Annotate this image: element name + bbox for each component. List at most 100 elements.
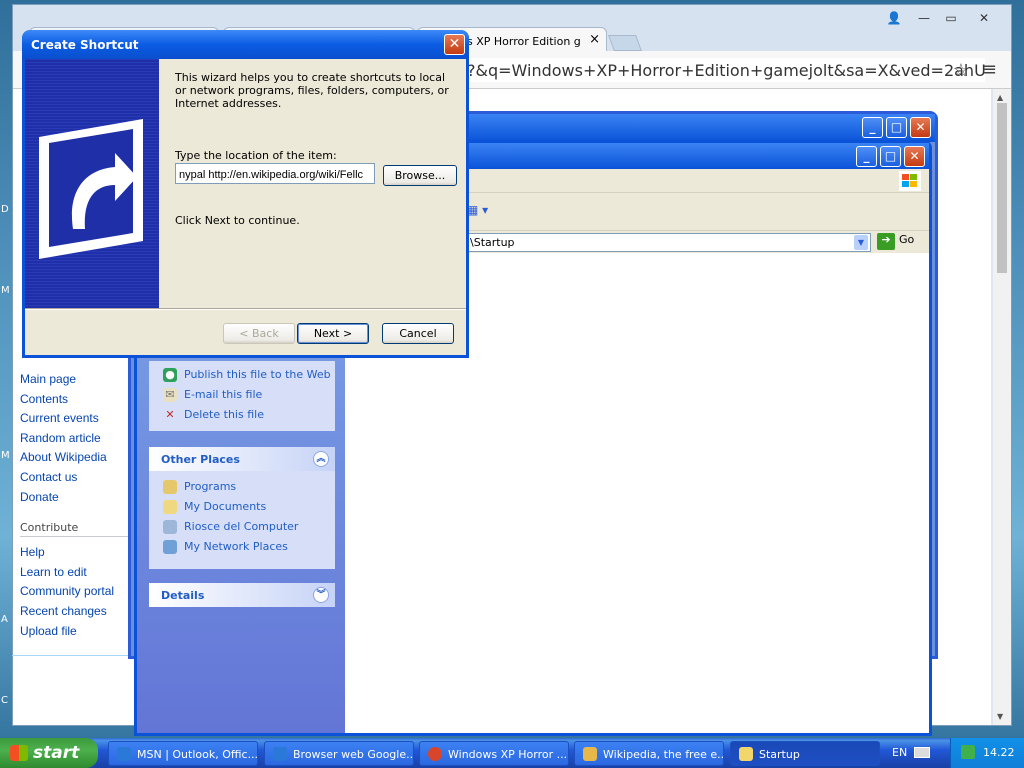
scroll-up-icon[interactable]: ▲ (997, 93, 1003, 102)
other-place-link[interactable]: My Network Places (149, 537, 335, 557)
go-button[interactable]: ➔ Go (877, 233, 914, 251)
bookmark-star-icon[interactable]: ☆ (953, 60, 969, 81)
clock[interactable]: 14.22 (983, 746, 1015, 759)
documents-icon (163, 500, 177, 514)
wiki-contribute-link[interactable]: Recent changes (20, 602, 135, 622)
folder-icon (163, 480, 177, 494)
windows-logo-icon (899, 171, 921, 191)
divider (12, 655, 135, 656)
tab-title: ws XP Horror Edition g (458, 35, 581, 48)
desktop-icon-label: D (1, 204, 9, 215)
address-field[interactable]: \Startup ▼ (465, 233, 871, 252)
expand-icon[interactable]: ︾ (313, 587, 329, 603)
tab-close-icon[interactable]: × (589, 32, 600, 47)
go-label: Go (899, 233, 915, 246)
taskbar-button-chrome[interactable]: Windows XP Horror ... (419, 741, 569, 766)
desktop-icon-label: C (1, 695, 8, 706)
collapse-icon[interactable]: ︽ (313, 451, 329, 467)
taskbar-button-browser[interactable]: Browser web Google... (264, 741, 414, 766)
other-places-panel: Other Places ︽ Programs My Documents Rios… (149, 447, 335, 569)
chevron-down-icon[interactable]: ▼ (854, 235, 868, 250)
wiki-contribute-link[interactable]: Community portal (20, 582, 135, 602)
minimize-button[interactable]: — (911, 11, 937, 29)
divider (25, 308, 466, 310)
other-place-link[interactable]: Riosce del Computer (149, 517, 335, 537)
wiki-nav-link[interactable]: Random article (20, 429, 135, 449)
panel-header[interactable]: Details ︾ (149, 583, 335, 607)
file-tasks-panel: ● Publish this file to the Web ✉ E-mail th… (149, 361, 335, 431)
wiki-nav-link[interactable]: Contents (20, 390, 135, 410)
language-indicator[interactable]: EN (892, 746, 907, 759)
address-value: \Startup (470, 236, 515, 249)
close-button[interactable]: ✕ (444, 34, 465, 55)
delete-icon: ✕ (165, 408, 175, 421)
wizard-intro: This wizard helps you to create shortcut… (175, 71, 449, 110)
cancel-button[interactable]: Cancel (382, 323, 454, 344)
close-button[interactable]: ✕ (904, 146, 925, 167)
tray-icon[interactable] (961, 745, 975, 759)
envelope-icon: ✉ (163, 388, 177, 402)
maximize-button[interactable]: □ (880, 146, 901, 167)
other-place-link[interactable]: My Documents (149, 497, 335, 517)
ie-icon (273, 747, 287, 761)
new-tab-button[interactable] (608, 35, 642, 51)
publish-link[interactable]: ● Publish this file to the Web (149, 365, 335, 385)
delete-link[interactable]: ✕ Delete this file (149, 405, 335, 425)
close-button[interactable]: ✕ (910, 117, 931, 138)
browse-button[interactable]: Browse... (383, 165, 457, 186)
contribute-heading: Contribute (20, 521, 135, 538)
address-bar[interactable]: ?&q=Windows+XP+Horror+Edition+gamejolt&s… (465, 58, 985, 82)
maximize-button[interactable]: □ (886, 117, 907, 138)
scrollbar[interactable]: ▲ ▼ (993, 89, 1011, 725)
other-place-link[interactable]: Programs (149, 477, 335, 497)
maximize-button[interactable]: ▭ (938, 11, 964, 29)
folder-icon (739, 747, 753, 761)
wiki-nav-link[interactable]: Contact us (20, 468, 135, 488)
dialog-title: Create Shortcut (31, 38, 139, 52)
windows-flag-icon (10, 745, 28, 761)
dialog-body: This wizard helps you to create shortcut… (159, 59, 466, 308)
shortcut-arrow-icon (39, 119, 143, 259)
wiki-nav-link[interactable]: Main page (20, 370, 135, 390)
profile-icon[interactable]: 👤 (881, 11, 907, 29)
next-button[interactable]: Next > (297, 323, 369, 344)
start-button[interactable]: start (0, 738, 98, 768)
wikipedia-sidebar: Main page Contents Current events Random… (20, 370, 135, 641)
create-shortcut-dialog: Create Shortcut ✕ This wizard helps you … (22, 30, 469, 358)
menu-icon[interactable]: ≡ (982, 59, 997, 80)
minimize-button[interactable]: _ (862, 117, 883, 138)
dialog-title-bar[interactable]: Create Shortcut ✕ (22, 30, 469, 59)
globe-icon: ● (163, 368, 177, 382)
hint-text: Click Next to continue. (175, 214, 300, 227)
keyboard-icon[interactable] (914, 747, 930, 758)
ie-icon (117, 747, 131, 761)
wiki-nav-link[interactable]: About Wikipedia (20, 448, 135, 468)
wiki-contribute-link[interactable]: Upload file (20, 622, 135, 642)
go-arrow-icon: ➔ (877, 233, 895, 250)
email-link[interactable]: ✉ E-mail this file (149, 385, 335, 405)
taskbar-button-msn[interactable]: MSN | Outlook, Offic... (108, 741, 258, 766)
taskbar-button-wikipedia[interactable]: Wikipedia, the free e... (574, 741, 724, 766)
taskbar-button-startup[interactable]: Startup (730, 741, 880, 766)
desktop-icon-label: A (1, 614, 8, 625)
chrome-icon (428, 747, 442, 761)
desktop-icon-label: M (1, 450, 10, 461)
minimize-button[interactable]: _ (856, 146, 877, 167)
wizard-banner (25, 59, 159, 308)
wiki-contribute-link[interactable]: Help (20, 543, 135, 563)
back-button[interactable]: < Back (223, 323, 295, 344)
scroll-down-icon[interactable]: ▼ (997, 712, 1003, 721)
computer-icon (163, 520, 177, 534)
wiki-contribute-link[interactable]: Learn to edit (20, 563, 135, 583)
close-button[interactable]: ✕ (971, 11, 997, 29)
taskbar: start MSN | Outlook, Offic... Browser we… (0, 738, 1024, 768)
firefox-icon (583, 747, 597, 761)
location-label: Type the location of the item: (175, 149, 337, 162)
wiki-nav-link[interactable]: Donate (20, 488, 135, 508)
views-icon[interactable]: ▦ ▾ (467, 203, 488, 217)
location-input[interactable] (175, 163, 375, 184)
panel-header[interactable]: Other Places ︽ (149, 447, 335, 471)
scrollbar-thumb[interactable] (997, 103, 1007, 273)
wiki-nav-link[interactable]: Current events (20, 409, 135, 429)
desktop-icon-label: M (1, 285, 10, 296)
